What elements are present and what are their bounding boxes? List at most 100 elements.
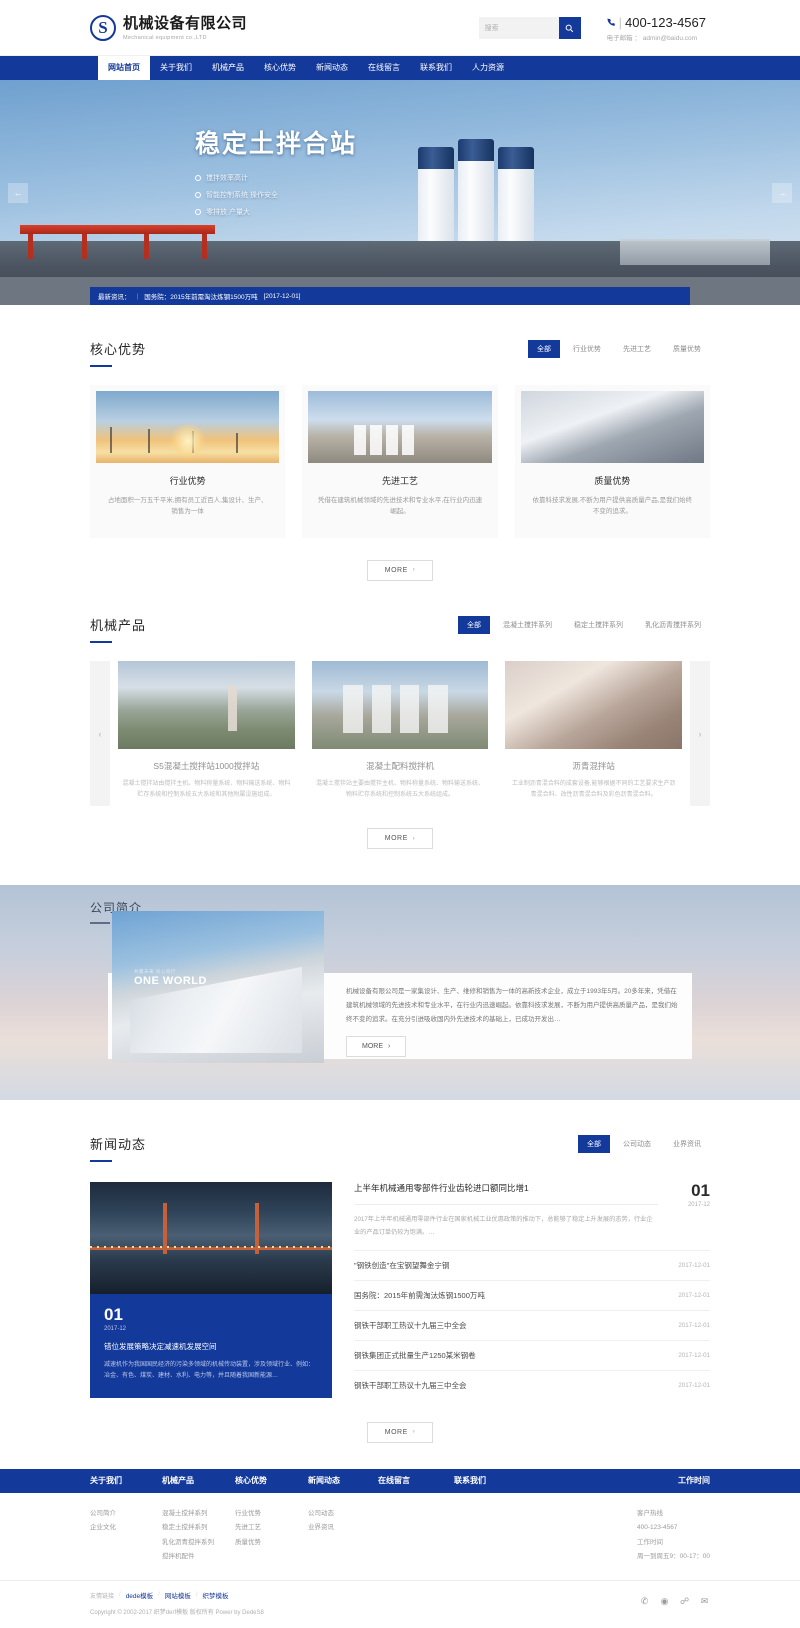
advantage-card-image bbox=[520, 391, 704, 463]
footer-link[interactable]: 企业文化 bbox=[90, 1521, 162, 1535]
news-list-item-title: "钢铁创造"在宝钢望舞金宁钢 bbox=[354, 1260, 450, 1270]
friend-link[interactable]: dede模板 bbox=[126, 1590, 153, 1600]
silo-shape bbox=[371, 685, 392, 733]
advantages-section: 核心优势 全部 行业优势 先进工艺 质量优势 行业优势 占地面积一万五千平米,拥有员工近… bbox=[90, 305, 710, 581]
advantages-tab-4[interactable]: 质量优势 bbox=[664, 340, 710, 358]
nav-item-4[interactable]: 核心优势 bbox=[254, 56, 306, 80]
news-list-item[interactable]: 钢铁干部职工热议十九届三中全会 2017-12-01 bbox=[354, 1369, 710, 1400]
silo-shape bbox=[386, 425, 399, 455]
news-list-item[interactable]: 钢铁集团正式批量生产1250某米钢卷 2017-12-01 bbox=[354, 1339, 710, 1370]
news-list-item[interactable]: 钢铁干部职工热议十九届三中全会 2017-12-01 bbox=[354, 1309, 710, 1340]
product-card-title[interactable]: S5混凝土搅拌站1000搅拌站 bbox=[118, 760, 295, 772]
footer-link[interactable]: 公司动态 bbox=[308, 1507, 378, 1521]
friend-link[interactable]: 网站模板 bbox=[165, 1590, 191, 1600]
nav-item-1[interactable]: 网站首页 bbox=[98, 56, 150, 80]
footer-link-columns: 公司简介 企业文化 混凝土搅拌系列 稳定土搅拌系列 乳化沥青搅拌系列 搅拌机配件 行业优势先… bbox=[90, 1493, 710, 1580]
footer-link[interactable]: 公司简介 bbox=[90, 1507, 162, 1521]
qq-icon[interactable]: ☍ bbox=[679, 1596, 690, 1607]
product-card-title[interactable]: 混凝土配料搅拌机 bbox=[312, 760, 489, 772]
products-prev-button[interactable]: ‹ bbox=[90, 660, 110, 807]
footer-nav-item-2[interactable]: 机械产品 bbox=[162, 1475, 235, 1486]
about-more-button[interactable]: MORE › bbox=[346, 1036, 407, 1058]
news-list-item[interactable]: 国务院：2015年前需淘汰炼钢1500万吨 2017-12-01 bbox=[354, 1279, 710, 1310]
footer-link[interactable]: 业界资讯 bbox=[308, 1521, 378, 1535]
products-next-button[interactable]: › bbox=[690, 660, 710, 807]
footer-nav-item-4[interactable]: 新闻动态 bbox=[308, 1475, 378, 1486]
banner-next-button[interactable]: → bbox=[772, 182, 792, 203]
advantage-card[interactable]: 行业优势 占地面积一万五千平米,拥有员工近百人,集设计、生产、销售为一体 bbox=[90, 385, 286, 538]
news-more-label: MORE bbox=[384, 1428, 408, 1436]
news-tab-2[interactable]: 公司动态 bbox=[614, 1135, 660, 1153]
search-box[interactable] bbox=[478, 17, 581, 39]
news-list: "钢铁创造"在宝钢望舞金宁钢 2017-12-01 国务院：2015年前需淘汰炼钢1… bbox=[354, 1249, 710, 1400]
about-photo: 共赢未来 同心同行 ONE WORLD bbox=[112, 911, 324, 1064]
weibo-icon[interactable]: ◉ bbox=[659, 1596, 670, 1607]
products-tab-1[interactable]: 全部 bbox=[458, 615, 490, 634]
news-list-item-date: 2017-12-01 bbox=[678, 1321, 710, 1329]
news-top-title[interactable]: 上半年机械通用零部件行业齿轮进口额同比增1 bbox=[354, 1182, 658, 1195]
advantages-tab-2[interactable]: 行业优势 bbox=[564, 340, 610, 358]
news-featured-image bbox=[90, 1182, 332, 1295]
banner-prev-button[interactable]: ← bbox=[8, 182, 28, 203]
news-tab-1[interactable]: 全部 bbox=[578, 1135, 610, 1154]
banner-container-stack bbox=[620, 239, 770, 265]
footer-nav-item-6[interactable]: 联系我们 bbox=[454, 1475, 534, 1486]
news-ticker[interactable]: 最新资讯： | 国务院：2015年前需淘汰炼钢1500万吨 [2017-12-0… bbox=[90, 287, 690, 305]
advantages-more-label: MORE bbox=[384, 566, 408, 574]
header-contact: | 400-123-4567 电子邮箱 ： admin@baidu.com bbox=[607, 15, 710, 42]
products-more-button[interactable]: MORE › bbox=[366, 828, 434, 850]
product-card[interactable]: 混凝土配料搅拌机 混凝土搅拌站主要由搅拌主机、物料称量系统、物料输送系统、物料贮存… bbox=[311, 660, 489, 807]
products-tab-4[interactable]: 乳化沥青搅拌系列 bbox=[636, 616, 710, 634]
mail-icon[interactable]: ✉ bbox=[699, 1596, 710, 1607]
wechat-icon[interactable]: ✆ bbox=[639, 1596, 650, 1607]
product-card-desc: 工业制沥青混合料的成套设备,能够根据不同的工艺要求生产沥青混合料、改性沥青混合料… bbox=[511, 780, 676, 798]
product-card[interactable]: S5混凝土搅拌站1000搅拌站 混凝土搅拌站由搅拌主机、物料称量系统、物料输送系统… bbox=[118, 660, 295, 807]
nav-item-6[interactable]: 在线留言 bbox=[358, 56, 410, 80]
advantages-more-button[interactable]: MORE › bbox=[366, 559, 434, 581]
advantages-tab-1[interactable]: 全部 bbox=[528, 340, 560, 358]
products-tab-2[interactable]: 混凝土搅拌系列 bbox=[494, 616, 561, 634]
advantage-card-desc: 依靠科技求发展,不断为用户提供高质量产品,是我们始终不变的追求。 bbox=[532, 497, 693, 516]
footer-nav-item-5[interactable]: 在线留言 bbox=[378, 1475, 454, 1486]
footer-nav-item-1[interactable]: 关于我们 bbox=[90, 1475, 162, 1486]
products-tab-3[interactable]: 稳定土搅拌系列 bbox=[565, 616, 632, 634]
nav-item-3[interactable]: 机械产品 bbox=[202, 56, 254, 80]
search-button[interactable] bbox=[558, 17, 581, 39]
news-featured-card[interactable]: 01 2017-12 错位发展策略决定减速机发展空间 减速机作为我国国民经济的污… bbox=[90, 1182, 332, 1400]
products-title: 机械产品 bbox=[90, 615, 146, 643]
footer-link[interactable]: 乳化沥青搅拌系列 bbox=[162, 1536, 235, 1550]
advantages-card-row: 行业优势 占地面积一万五千平米,拥有员工近百人,集设计、生产、销售为一体 先进工艺凭… bbox=[90, 385, 710, 538]
advantages-tabs: 全部 行业优势 先进工艺 质量优势 bbox=[528, 340, 710, 367]
friend-link[interactable]: 织梦模板 bbox=[203, 1590, 229, 1600]
news-top-day: 01 bbox=[691, 1181, 710, 1201]
news-list-item[interactable]: "钢铁创造"在宝钢望舞金宁钢 2017-12-01 bbox=[354, 1249, 710, 1280]
footer-link[interactable]: 质量优势 bbox=[235, 1536, 308, 1550]
nav-item-7[interactable]: 联系我们 bbox=[410, 56, 462, 80]
footer-link[interactable]: 稳定土搅拌系列 bbox=[162, 1521, 235, 1535]
silo-shape bbox=[354, 425, 367, 455]
footer-link[interactable]: 混凝土搅拌系列 bbox=[162, 1507, 235, 1521]
news-top-item[interactable]: 上半年机械通用零部件行业齿轮进口额同比增1 2017年上半年机械通用零部件行业在… bbox=[354, 1182, 710, 1250]
advantage-card[interactable]: 先进工艺 凭借在建筑机械领域的先进技术和专业水平,在行业内迅速崛起。 bbox=[302, 385, 498, 538]
product-card[interactable]: 沥青混拌站工业制沥青混合料的成套设备,能够根据不同的工艺要求生产沥青混合料、改性… bbox=[505, 660, 683, 807]
news-featured-title[interactable]: 错位发展策略决定减速机发展空间 bbox=[104, 1341, 318, 1352]
advantage-card-desc: 占地面积一万五千平米,拥有员工近百人,集设计、生产、销售为一体 bbox=[107, 497, 268, 516]
footer-link[interactable]: 先进工艺 bbox=[235, 1521, 308, 1535]
footer-link[interactable]: 搅拌机配件 bbox=[162, 1550, 235, 1564]
nav-item-8[interactable]: 人力资源 bbox=[462, 56, 514, 80]
ticker-headline[interactable]: 国务院：2015年前需淘汰炼钢1500万吨 bbox=[144, 291, 257, 301]
footer-nav-item-3[interactable]: 核心优势 bbox=[235, 1475, 308, 1486]
products-card-row: S5混凝土搅拌站1000搅拌站 混凝土搅拌站由搅拌主机、物料称量系统、物料输送系统… bbox=[110, 660, 690, 807]
nav-item-2[interactable]: 关于我们 bbox=[150, 56, 202, 80]
search-input[interactable] bbox=[478, 17, 559, 39]
site-logo[interactable]: 机械设备有限公司 Mechanical equipment co.,LTD bbox=[90, 15, 247, 41]
news-more-button[interactable]: MORE › bbox=[366, 1421, 434, 1443]
advantage-card[interactable]: 质量优势 依靠科技求发展,不断为用户提供高质量产品,是我们始终不变的追求。 bbox=[514, 385, 710, 538]
products-more-label: MORE bbox=[384, 835, 408, 843]
footer-link[interactable]: 行业优势 bbox=[235, 1507, 308, 1521]
advantages-tab-3[interactable]: 先进工艺 bbox=[614, 340, 660, 358]
product-card-title[interactable]: 沥青混拌站 bbox=[505, 760, 682, 772]
footer-hours-heading: 工作时间 bbox=[678, 1476, 710, 1486]
news-tab-3[interactable]: 业界资讯 bbox=[664, 1135, 710, 1153]
nav-item-5[interactable]: 新闻动态 bbox=[306, 56, 358, 80]
